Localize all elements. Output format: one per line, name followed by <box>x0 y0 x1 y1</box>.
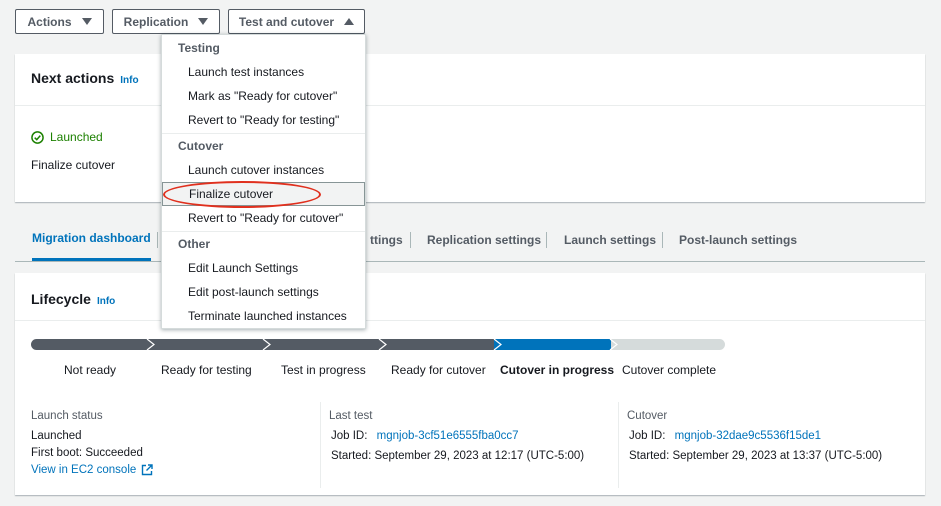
menu-group-other: Other <box>178 237 211 251</box>
tab-migration-dashboard[interactable]: Migration dashboard <box>32 218 151 261</box>
test-and-cutover-menu: Testing Launch test instances Mark as "R… <box>161 34 366 329</box>
cutover-started: Started: September 29, 2023 at 13:37 (UT… <box>629 450 883 462</box>
last-test-job-link[interactable]: mgnjob-3cf51e6555fba0cc7 <box>377 430 519 442</box>
caret-down-icon <box>81 18 92 25</box>
menu-item-edit-post-launch-settings[interactable]: Edit post-launch settings <box>162 280 365 304</box>
last-test-job-label: Job ID: <box>331 430 368 442</box>
tab-divider <box>662 232 663 248</box>
next-action-text: Finalize cutover <box>31 158 116 172</box>
menu-group-testing: Testing <box>178 41 220 55</box>
column-divider <box>618 402 619 488</box>
menu-group-cutover: Cutover <box>178 139 224 153</box>
tab-launch-settings-label: Launch settings <box>564 232 657 247</box>
actions-button-label: Actions <box>27 14 72 29</box>
menu-item-edit-launch-settings[interactable]: Edit Launch Settings <box>162 256 365 280</box>
test-and-cutover-button[interactable]: Test and cutover <box>228 9 365 34</box>
launch-status-value: Launched <box>31 430 82 442</box>
tab-replication-settings[interactable]: Replication settings <box>427 218 541 261</box>
step-label-cutover-complete: Cutover complete <box>622 363 717 377</box>
cutover-job-link[interactable]: mgnjob-32dae9c5536f15de1 <box>675 430 821 442</box>
actions-button[interactable]: Actions <box>15 9 104 34</box>
replication-button-label: Replication <box>123 14 189 29</box>
launch-status-title: Launch status <box>31 410 103 422</box>
last-test-title: Last test <box>329 410 373 422</box>
check-circle-icon <box>31 130 44 144</box>
tab-migration-dashboard-label: Migration dashboard <box>32 231 151 245</box>
step-label-test-in-progress: Test in progress <box>281 363 366 377</box>
tab-launch-settings[interactable]: Launch settings <box>564 218 656 261</box>
menu-divider <box>162 133 365 134</box>
tab-partial-settings[interactable]: ttings <box>370 218 403 261</box>
column-divider <box>320 402 321 488</box>
menu-divider <box>162 231 365 232</box>
first-boot-status: First boot: Succeeded <box>31 447 143 459</box>
step-label-ready-for-cutover: Ready for cutover <box>391 363 486 377</box>
lifecycle-heading: Lifecycle Info <box>31 291 115 307</box>
menu-item-terminate-launched-instances[interactable]: Terminate launched instances <box>162 304 365 328</box>
step-label-ready-for-testing: Ready for testing <box>161 363 252 377</box>
lifecycle-header <box>15 273 925 321</box>
menu-item-launch-test-instances[interactable]: Launch test instances <box>162 60 365 84</box>
tab-divider <box>546 232 547 248</box>
launch-status-column: Launch status Launched First boot: Succe… <box>31 410 153 476</box>
menu-item-revert-ready-for-cutover[interactable]: Revert to "Ready for cutover" <box>162 206 365 230</box>
lifecycle-info-link[interactable]: Info <box>97 296 115 307</box>
external-link-icon <box>142 464 153 476</box>
last-test-started: Started: September 29, 2023 at 12:17 (UT… <box>331 450 585 462</box>
last-test-job-row: Job ID: mgnjob-3cf51e6555fba0cc7 <box>329 430 584 442</box>
step-label-not-ready: Not ready <box>64 363 117 377</box>
menu-item-finalize-cutover[interactable]: Finalize cutover <box>162 182 365 206</box>
ec2-console-link-text: View in EC2 console <box>31 464 137 476</box>
progress-segment-not-ready <box>31 339 149 350</box>
lifecycle-title: Lifecycle <box>31 291 91 307</box>
tab-post-launch-settings-label: Post-launch settings <box>679 232 798 247</box>
launched-status: Launched <box>31 130 103 144</box>
menu-item-launch-cutover-instances[interactable]: Launch cutover instances <box>162 158 365 182</box>
cutover-job-row: Job ID: mgnjob-32dae9c5536f15de1 <box>627 430 882 442</box>
step-label-cutover-in-progress: Cutover in progress <box>500 363 615 377</box>
progress-chevrons <box>146 339 618 350</box>
menu-item-revert-ready-for-testing[interactable]: Revert to "Ready for testing" <box>162 108 365 132</box>
details-tabs: Migration dashboard ttings Replication s… <box>15 218 925 262</box>
next-actions-info-link[interactable]: Info <box>120 75 138 86</box>
replication-button[interactable]: Replication <box>112 9 220 34</box>
last-test-column: Last test Job ID: mgnjob-3cf51e6555fba0c… <box>329 410 584 462</box>
next-actions-heading: Next actions Info <box>31 70 139 86</box>
launched-status-text: Launched <box>50 130 103 144</box>
caret-down-icon <box>198 18 209 25</box>
next-actions-panel: Next actions Info Launched Finalize cuto… <box>15 54 925 202</box>
cutover-title: Cutover <box>627 410 668 422</box>
caret-up-icon <box>344 18 355 25</box>
test-and-cutover-button-label: Test and cutover <box>238 14 335 29</box>
ec2-console-link[interactable]: View in EC2 console <box>31 464 153 476</box>
cutover-job-label: Job ID: <box>629 430 666 442</box>
tab-divider <box>410 232 411 248</box>
tab-replication-settings-label: Replication settings <box>427 232 542 247</box>
next-actions-title: Next actions <box>31 70 115 86</box>
next-actions-header <box>15 54 925 106</box>
tab-partial-settings-label: ttings <box>370 232 403 247</box>
tab-divider <box>157 232 158 248</box>
menu-item-mark-ready-for-cutover[interactable]: Mark as "Ready for cutover" <box>162 84 365 108</box>
tab-post-launch-settings[interactable]: Post-launch settings <box>679 218 797 261</box>
cutover-column: Cutover Job ID: mgnjob-32dae9c5536f15de1… <box>627 410 882 462</box>
